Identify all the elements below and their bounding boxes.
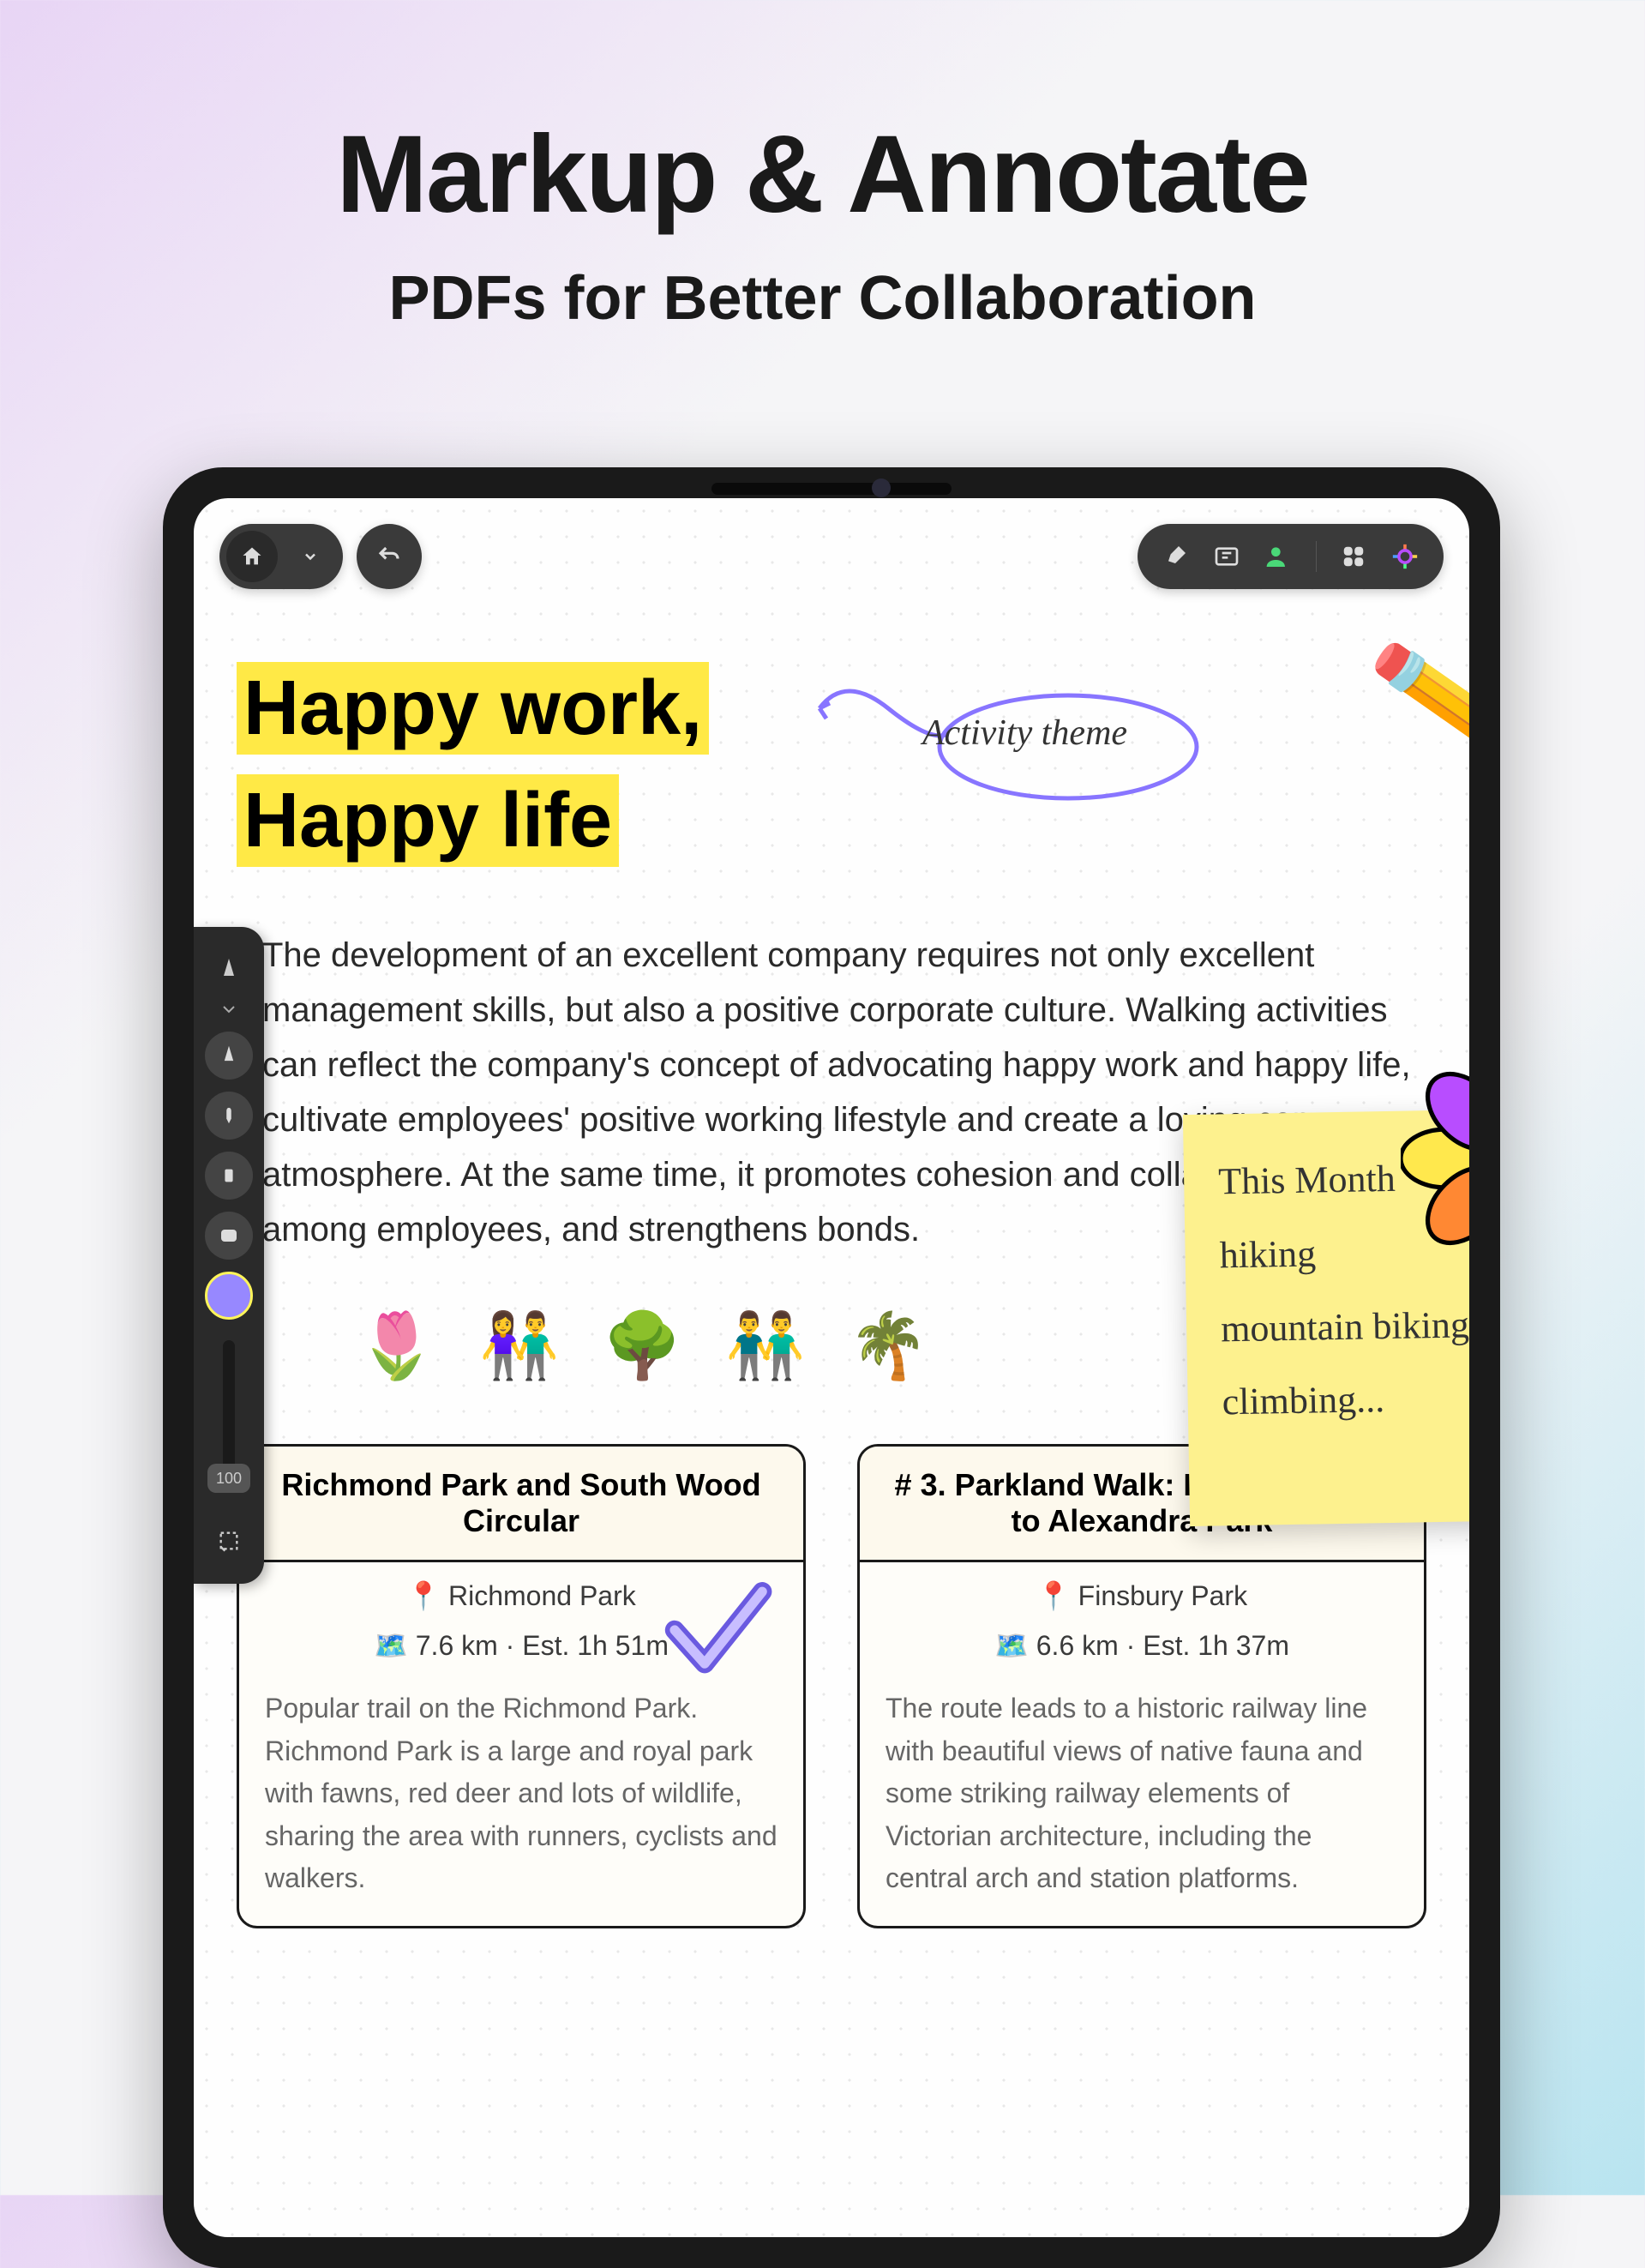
card-body: The route leads to a historic railway li… — [860, 1679, 1424, 1926]
chevron-down-icon — [302, 548, 319, 565]
top-toolbar — [219, 524, 1444, 589]
undo-icon — [376, 544, 402, 569]
emoji-friends: 👬 — [725, 1308, 805, 1384]
fountain-pen-tool[interactable] — [205, 1032, 253, 1080]
brush-tool[interactable] — [205, 1092, 253, 1140]
share-icon[interactable] — [1264, 543, 1292, 570]
checkmark-annotation[interactable] — [657, 1570, 777, 1690]
emoji-couple: 👫 — [479, 1308, 559, 1384]
hero-subtitle: PDFs for Better Collaboration — [0, 263, 1645, 334]
color-picker[interactable] — [205, 1272, 253, 1320]
nav-dropdown-button[interactable] — [285, 531, 336, 582]
hero-title: Markup & Annotate — [0, 111, 1645, 238]
marker-tool[interactable] — [205, 1152, 253, 1200]
ipad-camera — [872, 478, 891, 497]
lasso-tool[interactable] — [205, 1524, 253, 1558]
stroke-slider[interactable]: 100 — [223, 1340, 235, 1486]
pen-tool[interactable] — [205, 953, 253, 987]
home-icon — [240, 544, 264, 569]
flower-sticker[interactable] — [1401, 1047, 1469, 1270]
card-title: Richmond Park and South Wood Circular — [239, 1447, 803, 1562]
undo-button[interactable] — [357, 524, 422, 589]
app-screen: Happy work, Happy life The development o… — [194, 498, 1469, 2237]
ipad-frame: Happy work, Happy life The development o… — [163, 467, 1500, 2268]
hero-banner: Markup & Annotate PDFs for Better Collab… — [0, 0, 1645, 334]
eraser-tool[interactable] — [205, 1212, 253, 1260]
ipad-notch — [711, 483, 952, 495]
sticky-line: mountain biking — [1220, 1286, 1469, 1366]
highlighter-icon[interactable] — [1162, 543, 1189, 570]
annotation-activity-theme[interactable]: Activity theme — [922, 713, 1127, 754]
document-title: Happy work, Happy life — [237, 662, 709, 867]
emoji-palm: 🌴 — [849, 1308, 928, 1384]
home-button[interactable] — [226, 531, 278, 582]
text-box-icon[interactable] — [1213, 543, 1240, 570]
card-location: 📍 Finsbury Park — [860, 1562, 1424, 1629]
nav-pill — [219, 524, 343, 589]
action-pill — [1138, 524, 1444, 589]
slider-value[interactable]: 100 — [207, 1464, 250, 1493]
sticky-line: climbing... — [1222, 1360, 1469, 1440]
card-stats: 🗺️ 6.6 km · Est. 1h 37m — [860, 1629, 1424, 1679]
tool-expand[interactable] — [205, 999, 253, 1020]
tool-dock: 100 — [194, 927, 264, 1584]
ai-sparkle-icon[interactable] — [1390, 542, 1420, 571]
grid-icon[interactable] — [1341, 544, 1366, 569]
emoji-tree: 🌳 — [603, 1308, 682, 1384]
card-body: Popular trail on the Richmond Park. Rich… — [239, 1679, 803, 1926]
emoji-tulip: 🌷 — [357, 1308, 436, 1384]
